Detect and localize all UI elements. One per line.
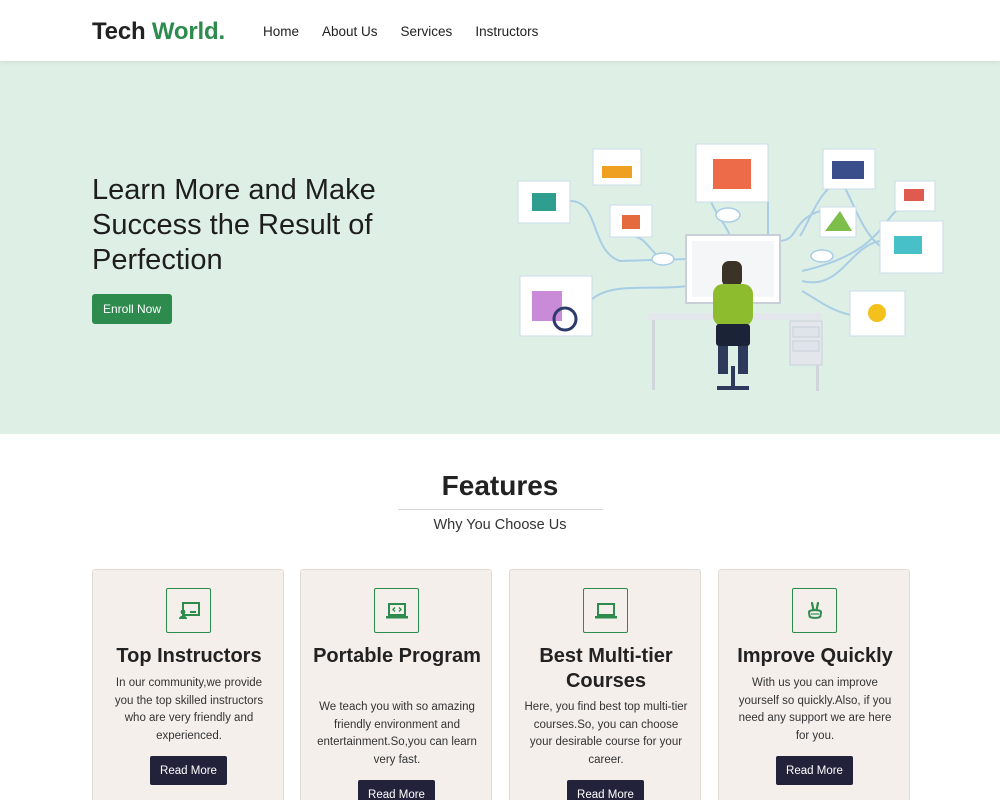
nav-home-link[interactable]: Home — [263, 24, 299, 39]
brand-name-part2: World. — [151, 18, 225, 45]
nav-about-link[interactable]: About Us — [322, 24, 378, 39]
card-title: Improve Quickly — [737, 645, 893, 667]
laptop-icon — [583, 588, 628, 633]
card-title: Top Instructors — [116, 645, 262, 667]
card-description: In our community,we provide you the top … — [114, 677, 264, 742]
hero-title: Learn More and Make Success the Result o… — [92, 174, 376, 276]
card-description: We teach you with so amazing friendly en… — [317, 701, 477, 766]
nav-services-link[interactable]: Services — [401, 24, 453, 39]
card-description: Here, you find best top multi-tier cours… — [524, 701, 688, 766]
read-more-button[interactable]: Read More — [776, 756, 853, 785]
hero-section: Learn More and Make Success the Result o… — [0, 61, 1000, 434]
enroll-now-button[interactable]: Enroll Now — [92, 294, 172, 324]
feature-card-top-instructors: Top Instructors In our community,we prov… — [92, 569, 284, 800]
feature-card-improve-quickly: Improve Quickly With us you can improve … — [718, 569, 910, 800]
navbar: Tech World. Home About Us Services Instr… — [0, 0, 1000, 61]
features-divider — [398, 509, 603, 510]
read-more-button[interactable]: Read More — [358, 780, 435, 800]
card-description: With us you can improve yourself so quic… — [738, 677, 892, 742]
card-title: Best Multi-tier Courses — [539, 645, 673, 692]
laptop-code-icon — [374, 588, 419, 633]
hero-illustration — [517, 143, 944, 391]
nav-instructors-link[interactable]: Instructors — [475, 24, 538, 39]
instructor-icon — [166, 588, 211, 633]
feature-card-multi-tier-courses: Best Multi-tier Courses Here, you find b… — [509, 569, 701, 800]
features-title: Features — [441, 470, 559, 501]
read-more-button[interactable]: Read More — [150, 756, 227, 785]
brand-name-part1: Tech — [92, 18, 146, 45]
feature-card-portable-program: Portable Program We teach you with so am… — [300, 569, 492, 800]
nav-menu: Home About Us Services Instructors — [263, 24, 561, 39]
brand-logo[interactable]: Tech World. — [92, 18, 225, 46]
features-subtitle: Why You Choose Us — [433, 517, 567, 533]
card-title: Portable Program — [313, 645, 481, 667]
peace-hand-icon — [792, 588, 837, 633]
read-more-button[interactable]: Read More — [567, 780, 644, 800]
